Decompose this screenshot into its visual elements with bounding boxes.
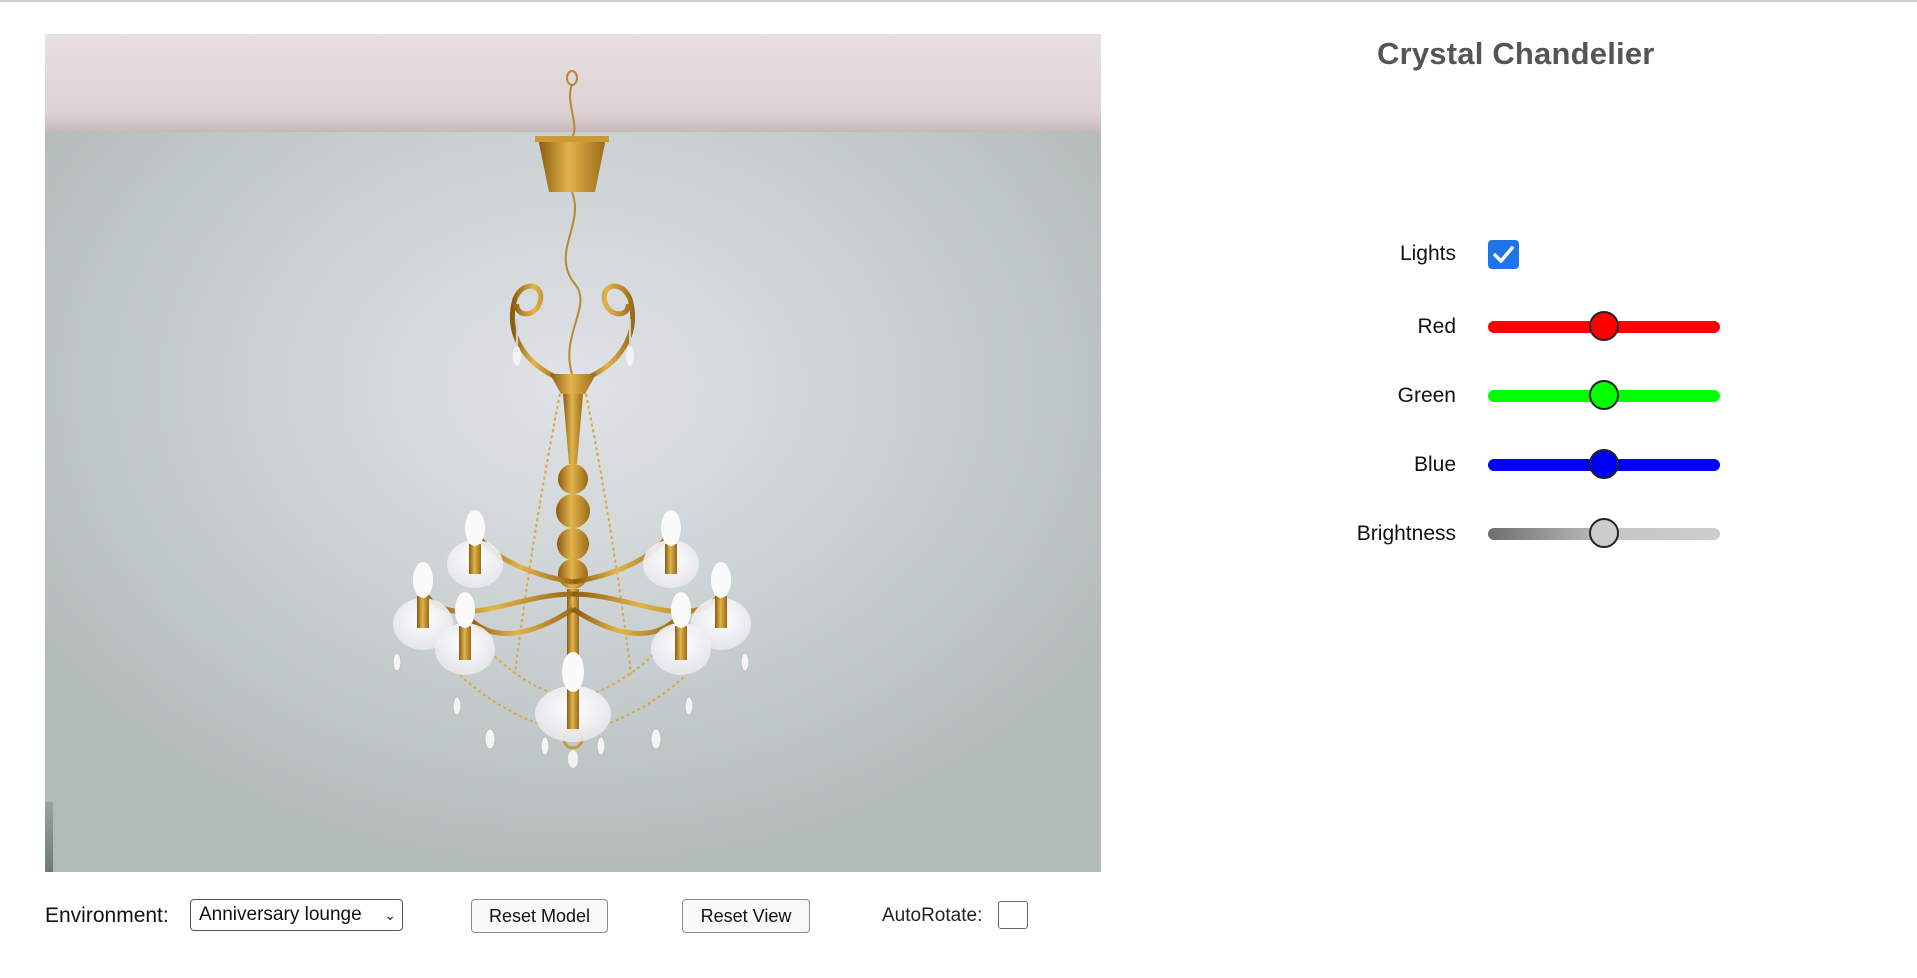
environment-select-value: Anniversary lounge <box>199 904 362 925</box>
brightness-slider-thumb[interactable] <box>1589 518 1619 548</box>
brightness-label: Brightness <box>1356 522 1456 545</box>
blue-slider[interactable] <box>1488 449 1720 479</box>
red-row: Red <box>1300 307 1750 347</box>
green-label: Green <box>1397 384 1456 407</box>
lights-label: Lights <box>1399 242 1456 265</box>
green-slider-thumb[interactable] <box>1589 380 1619 410</box>
autorotate-checkbox[interactable] <box>998 901 1028 929</box>
blue-label: Blue <box>1413 453 1456 476</box>
blue-slider-thumb[interactable] <box>1589 449 1619 479</box>
blue-row: Blue <box>1300 445 1750 485</box>
green-row: Green <box>1300 376 1750 416</box>
red-slider[interactable] <box>1488 311 1720 341</box>
red-label: Red <box>1417 315 1456 338</box>
green-slider[interactable] <box>1488 380 1720 410</box>
red-slider-thumb[interactable] <box>1589 311 1619 341</box>
check-icon <box>1493 246 1514 263</box>
chevron-down-icon: ⌄ <box>384 907 396 923</box>
brightness-slider[interactable] <box>1488 518 1720 548</box>
environment-select[interactable]: Anniversary lounge ⌄ <box>190 899 403 931</box>
viewer-controls: Environment: Anniversary lounge ⌄ Reset … <box>45 896 1101 936</box>
reset-model-button[interactable]: Reset Model <box>471 899 608 933</box>
reset-view-button[interactable]: Reset View <box>682 899 810 933</box>
brightness-row: Brightness <box>1300 514 1750 554</box>
lights-checkbox[interactable] <box>1488 240 1519 269</box>
page-title: Crystal Chandelier <box>1377 36 1655 71</box>
top-border <box>0 0 1917 2</box>
chandelier-model <box>392 70 751 768</box>
autorotate-label: AutoRotate: <box>882 905 983 926</box>
lights-row: Lights <box>1300 234 1750 274</box>
environment-label: Environment: <box>45 904 169 927</box>
model-viewport[interactable] <box>45 34 1101 872</box>
